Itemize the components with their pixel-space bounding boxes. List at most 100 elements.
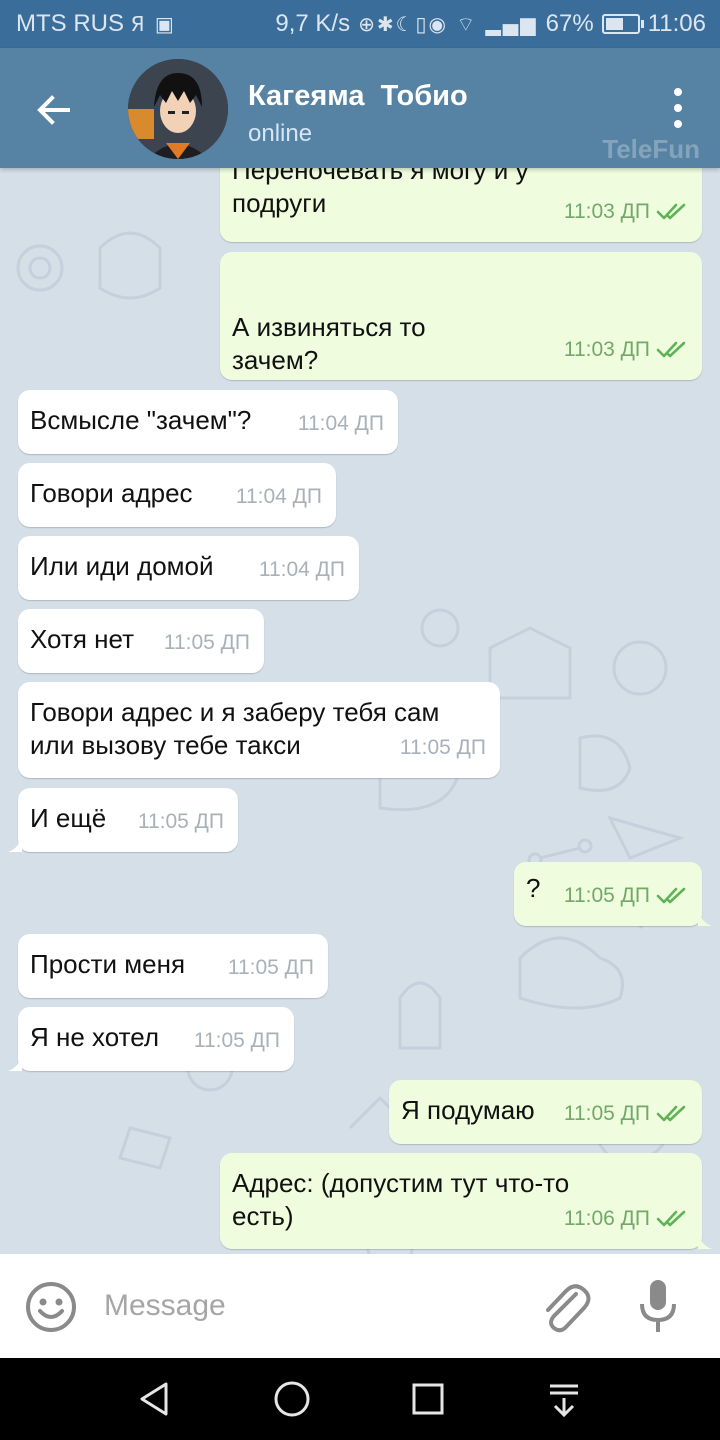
back-button[interactable] [30, 86, 78, 134]
outgoing-message[interactable]: А извиняться то зачем? 11:03 ДП [220, 252, 702, 380]
incoming-message[interactable]: Или иди домой 11:04 ДП [18, 536, 359, 600]
arrow-left-icon [37, 95, 70, 125]
message-text: И ещё [30, 803, 107, 833]
message-bubble: И ещё 11:05 ДП [18, 788, 238, 852]
message-text: Я подумаю [401, 1095, 535, 1125]
message-time: 11:03 ДП [563, 200, 650, 223]
incoming-message[interactable]: Говори адрес 11:04 ДП [18, 463, 336, 527]
outgoing-message[interactable]: Я подумаю 11:05 ДП [389, 1080, 702, 1144]
message-meta: 11:05 ДП [194, 1024, 280, 1057]
message-time: 11:05 ДП [163, 631, 250, 654]
more-options-button[interactable] [666, 88, 690, 128]
message-time: 11:05 ДП [399, 736, 486, 759]
bubble-tail [8, 834, 22, 852]
message-bubble: Переночевать я могу и у подруги 11:03 ДП [220, 168, 702, 242]
carrier-label: MTS RUS [16, 10, 124, 37]
message-text: Переночевать я могу и у подруги [232, 168, 529, 218]
circle-home-icon [274, 1381, 310, 1417]
message-bubble: Я подумаю 11:05 ДП [389, 1080, 702, 1144]
incoming-message[interactable]: Я не хотел 11:05 ДП [8, 1007, 294, 1071]
clock: 11:06 [647, 10, 706, 37]
nav-back-button[interactable] [132, 1376, 178, 1422]
message-bubble: Хотя нет 11:05 ДП [18, 609, 264, 673]
read-ticks-icon [656, 1210, 686, 1227]
menu-dot [674, 120, 682, 128]
message-text: Говори адрес и я заберу тебя сам или выз… [30, 697, 440, 760]
message-time: 11:05 ДП [563, 884, 650, 907]
message-time: 11:05 ДП [193, 1029, 280, 1052]
message-meta: 11:05 ДП [164, 626, 250, 659]
read-ticks-icon [656, 203, 686, 220]
voice-record-button[interactable] [634, 1278, 682, 1336]
incoming-message[interactable]: Хотя нет 11:05 ДП [18, 609, 264, 673]
message-text: Хотя нет [30, 624, 135, 654]
paperclip-icon [546, 1284, 591, 1333]
battery-percent: 67% [545, 10, 594, 37]
status-left: MTS RUS Я ▣ [16, 10, 176, 38]
message-meta: 11:03 ДП [564, 333, 688, 366]
compose-bar [0, 1254, 720, 1358]
message-input[interactable] [104, 1284, 504, 1328]
message-meta: 11:05 ДП [400, 731, 486, 764]
message-meta: 11:04 ДП [298, 407, 384, 440]
nav-recent-button[interactable] [405, 1376, 451, 1422]
contact-name[interactable]: Кагеяма Тобио [248, 80, 468, 113]
message-meta: 11:05 ДП [228, 951, 314, 984]
chat-header: Кагеяма Тобио online TeleFun [0, 48, 720, 168]
message-time: 11:05 ДП [227, 956, 314, 979]
message-text: Или иди домой [30, 551, 214, 581]
square-recent-icon [412, 1383, 444, 1415]
message-text: Адрес: (допустим тут что-то есть) [232, 1168, 570, 1231]
emoji-button[interactable] [24, 1280, 78, 1334]
message-bubble: А извиняться то зачем? 11:03 ДП [220, 252, 702, 380]
incoming-message[interactable]: И ещё 11:05 ДП [8, 788, 238, 852]
outgoing-message[interactable]: Адрес: (допустим тут что-то есть) 11:06 Д… [220, 1153, 712, 1249]
system-status-icons: ⊕✱☾▯◉ ⌔ ▂▄▆ [358, 11, 538, 36]
message-bubble: Говори адрес 11:04 ДП [18, 463, 336, 527]
triangle-back-icon [140, 1382, 168, 1416]
attach-button[interactable] [536, 1280, 592, 1336]
message-text: Всмысле "зачем"? [30, 405, 252, 435]
message-meta: 11:05 ДП [564, 1097, 688, 1130]
message-bubble: Прости меня 11:05 ДП [18, 934, 328, 998]
menu-dot [674, 104, 682, 112]
watermark: TeleFun [602, 134, 700, 164]
avatar-image [128, 59, 228, 159]
message-meta: 11:06 ДП [564, 1202, 688, 1235]
message-text: Я не хотел [30, 1022, 160, 1052]
status-bar: MTS RUS Я ▣ 9,7 K/s ⊕✱☾▯◉ ⌔ ▂▄▆ 67% 11:0… [0, 0, 720, 48]
message-time: 11:03 ДП [563, 338, 650, 361]
message-meta: 11:04 ДП [236, 480, 322, 513]
bubble-tail [8, 1053, 22, 1071]
nav-home-button[interactable] [269, 1376, 315, 1422]
more-vertical-icon [674, 88, 682, 96]
message-time: 11:04 ДП [235, 485, 322, 508]
message-bubble: ? 11:05 ДП [514, 862, 702, 926]
system-navigation-bar [0, 1358, 720, 1440]
outgoing-message[interactable]: ? 11:05 ДП [514, 862, 712, 926]
message-meta: 11:05 ДП [564, 879, 688, 912]
read-ticks-icon [656, 1105, 686, 1122]
incoming-message[interactable]: Всмысле "зачем"? 11:04 ДП [18, 390, 398, 454]
smiley-icon [26, 1282, 76, 1332]
bubble-tail [698, 908, 712, 926]
message-time: 11:04 ДП [258, 558, 345, 581]
read-ticks-icon [656, 887, 686, 904]
nav-notifications-button[interactable] [541, 1376, 587, 1422]
incoming-message[interactable]: Прости меня 11:05 ДП [18, 934, 328, 998]
status-right: 9,7 K/s ⊕✱☾▯◉ ⌔ ▂▄▆ 67% 11:06 [275, 10, 706, 38]
signal-carrier-icon: Я ▣ [130, 12, 176, 36]
contact-avatar[interactable] [128, 59, 228, 159]
message-meta: 11:04 ДП [259, 553, 345, 586]
pull-down-icon [550, 1384, 578, 1418]
message-time: 11:04 ДП [297, 412, 384, 435]
bubble-tail [698, 1231, 712, 1249]
message-bubble: Адрес: (допустим тут что-то есть) 11:06 Д… [220, 1153, 702, 1249]
message-time: 11:05 ДП [137, 810, 224, 833]
message-bubble: Или иди домой 11:04 ДП [18, 536, 359, 600]
battery-icon [601, 14, 644, 34]
message-list[interactable]: Переночевать я могу и у подруги 11:03 ДП … [0, 168, 720, 1254]
message-time: 11:06 ДП [563, 1207, 650, 1230]
outgoing-message[interactable]: Переночевать я могу и у подруги 11:03 ДП [220, 168, 702, 242]
incoming-message[interactable]: Говори адрес и я заберу тебя сам или выз… [18, 682, 500, 778]
